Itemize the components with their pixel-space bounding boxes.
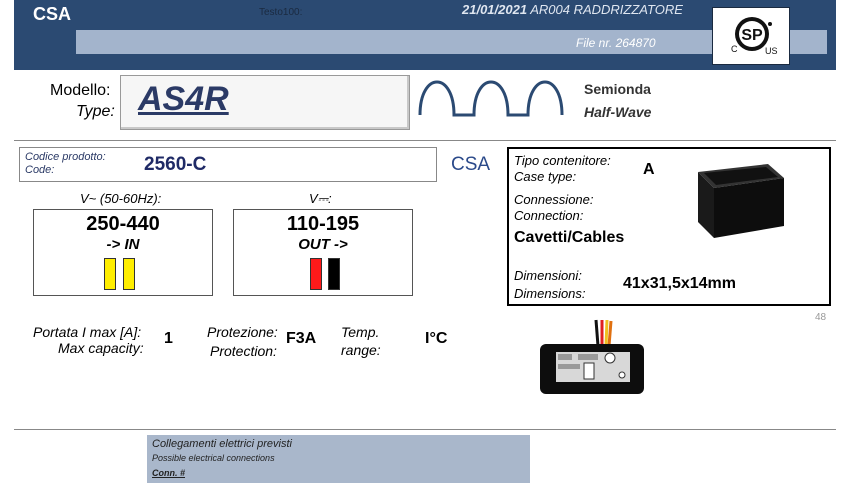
connection-label-en: Connection: xyxy=(514,208,584,223)
input-voltage-value: 250-440 xyxy=(86,213,160,235)
model-label-en: Type: xyxy=(76,103,115,120)
rectifier-module-image xyxy=(538,318,646,401)
csa-us-mark-icon: SP C US xyxy=(712,7,790,65)
input-wire-2 xyxy=(123,258,135,290)
max-capacity-label-en: Max capacity: xyxy=(58,340,144,356)
max-capacity-value: 1 xyxy=(164,330,173,347)
connections-title-it: Collegamenti elettrici previsti xyxy=(152,438,292,450)
wave-label-en: Half-Wave xyxy=(584,104,652,120)
testo-label: Testo100: xyxy=(259,7,303,18)
temp-label: Temp. xyxy=(341,324,380,340)
dimensions-label-en: Dimensions: xyxy=(514,286,586,301)
doc-title: AR004 RADDRIZZATORE xyxy=(530,2,683,17)
protection-label-it: Protezione: xyxy=(207,324,278,340)
code-value: 2560-C xyxy=(144,154,207,175)
code-label-en: Code: xyxy=(25,164,55,176)
input-voltage-label: V~ (50-60Hz): xyxy=(80,191,162,206)
dimensions-value: 41x31,5x14mm xyxy=(623,275,736,292)
doc-date-title: 21/01/2021 AR004 RADDRIZZATORE xyxy=(462,2,683,17)
output-voltage-label: V⎓: xyxy=(309,191,332,206)
case-type-label-it: Tipo contenitore: xyxy=(514,153,611,168)
divider xyxy=(14,429,836,430)
page-number: 48 xyxy=(815,312,827,323)
protection-value: F3A xyxy=(286,330,317,347)
connections-title-en: Possible electrical connections xyxy=(152,453,275,463)
divider xyxy=(14,140,836,141)
case-box-image xyxy=(694,160,786,245)
cert-label: CSA xyxy=(451,154,491,175)
max-capacity-label-it: Portata I max [A]: xyxy=(33,324,142,340)
brand-label: CSA xyxy=(33,4,72,24)
connection-label-it: Connessione: xyxy=(514,192,594,207)
dimensions-label-it: Dimensioni: xyxy=(514,268,582,283)
range-label: range: xyxy=(341,342,381,358)
case-type-value: A xyxy=(643,161,655,178)
output-voltage-value: 110-195 xyxy=(286,213,360,235)
code-label-it: Codice prodotto: xyxy=(25,151,106,163)
temp-range-value: I°C xyxy=(425,330,448,347)
output-wire-1 xyxy=(310,258,322,290)
wave-label-it: Semionda xyxy=(584,81,651,97)
case-type-label-en: Case type: xyxy=(514,169,577,184)
connection-number-label: Conn. # xyxy=(152,468,185,478)
doc-date: 21/01/2021 xyxy=(462,2,528,17)
output-wire-2 xyxy=(328,258,340,290)
csa-c-label: C xyxy=(731,44,738,54)
protection-label-en: Protection: xyxy=(210,343,277,359)
model-value: AS4R xyxy=(138,80,229,118)
csa-us-label: US xyxy=(765,46,778,56)
output-direction: OUT -> xyxy=(298,236,348,253)
svg-text:SP: SP xyxy=(741,27,763,44)
input-wire-1 xyxy=(104,258,116,290)
file-number: File nr. 264870 xyxy=(576,36,656,50)
model-label-it: Modello: xyxy=(50,82,111,99)
input-direction: -> IN xyxy=(106,236,140,253)
half-wave-icon xyxy=(416,75,571,122)
connection-value: Cavetti/Cables xyxy=(514,229,625,246)
